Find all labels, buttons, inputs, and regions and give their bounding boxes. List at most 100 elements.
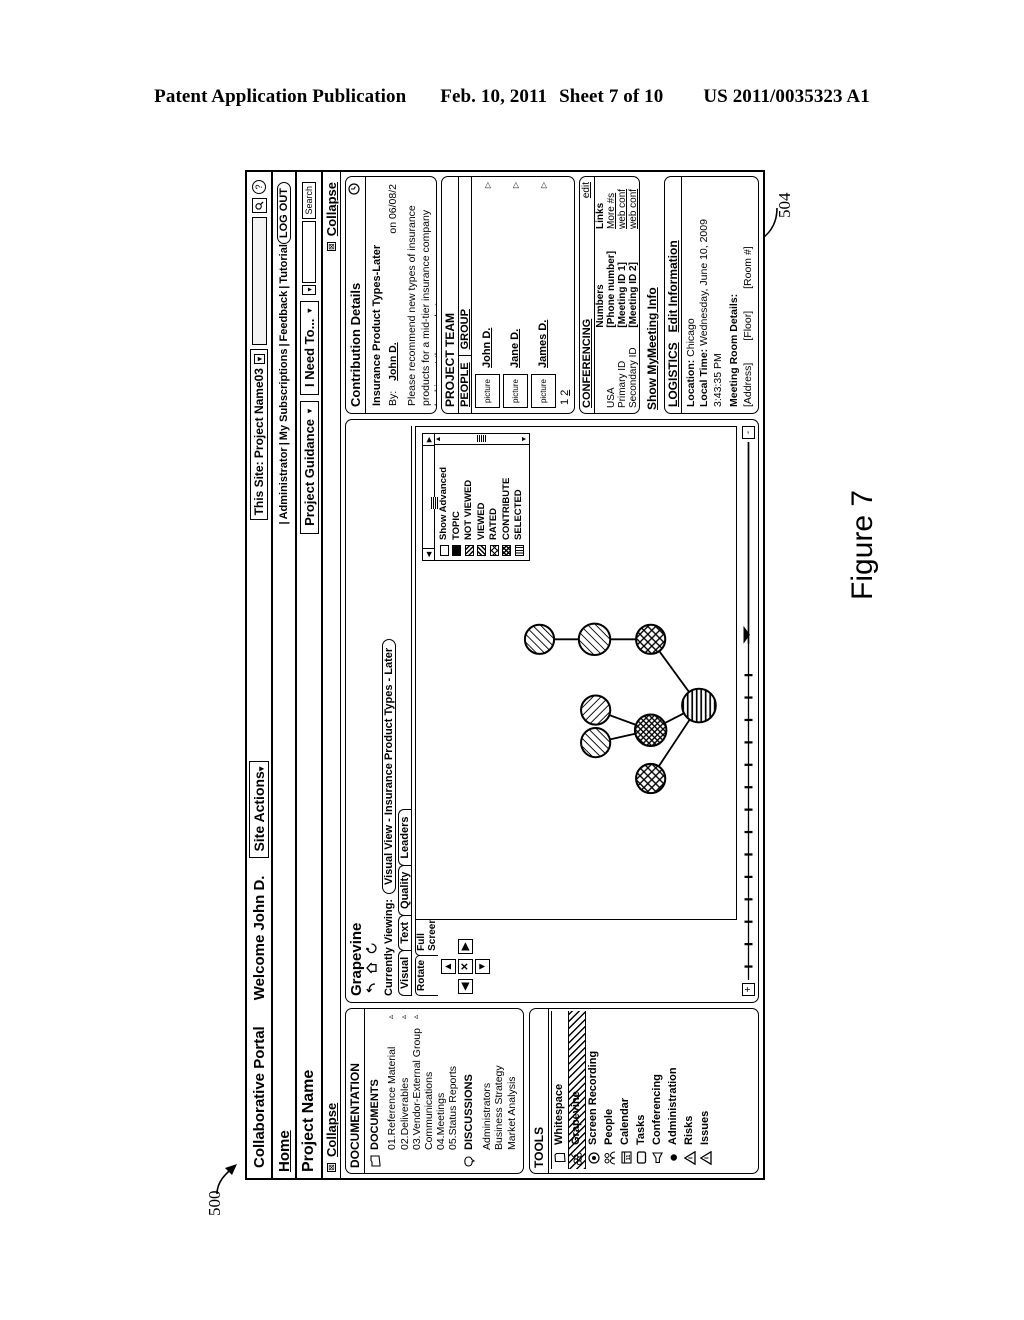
- list-item[interactable]: Administrators: [481, 1015, 494, 1150]
- tab-visual[interactable]: Visual: [398, 949, 411, 996]
- show-advanced-row[interactable]: Show Advanced: [438, 449, 451, 556]
- graph-node[interactable]: [580, 727, 612, 759]
- document-item-label: 02.Deliverables: [398, 1077, 411, 1150]
- tool-item-conferencing[interactable]: Conferencing: [650, 1011, 666, 1169]
- graph-node[interactable]: [681, 687, 717, 724]
- legend-vertical-scrollbar[interactable]: ▲ ▼: [435, 434, 529, 445]
- graph-node[interactable]: [577, 622, 612, 657]
- conf-row-number: [Phone number]: [605, 250, 617, 328]
- team-member-name[interactable]: Jane D.: [509, 329, 521, 368]
- collapse-left-label[interactable]: Collapse: [324, 1103, 339, 1157]
- conf-row-link[interactable]: web conf: [617, 177, 628, 234]
- link-feedback[interactable]: Feedback: [278, 291, 290, 342]
- conf-row-link[interactable]: web conf: [628, 177, 639, 234]
- collapse-right-checkbox[interactable]: ⊠: [327, 242, 336, 252]
- tool-item-risks[interactable]: Risks: [682, 1011, 698, 1169]
- search-icon[interactable]: [251, 198, 267, 213]
- i-need-to-button[interactable]: I Need To... ▾: [299, 300, 319, 395]
- pan-left-button[interactable]: ◀: [458, 979, 473, 994]
- tool-item-administration[interactable]: Administration: [666, 1011, 682, 1169]
- list-item[interactable]: Business Strategy: [493, 1015, 506, 1150]
- list-item[interactable]: 04.Meetings: [435, 1015, 447, 1150]
- graph-canvas[interactable]: ◀ ▶ Show Advanced TOPIC NOT VIEWED VIEWE…: [415, 426, 737, 920]
- zoom-slider-track[interactable]: [743, 442, 754, 980]
- link-tutorial[interactable]: Tutorial: [278, 244, 290, 284]
- home-link[interactable]: Home: [276, 1130, 293, 1172]
- page-1-link[interactable]: 1: [559, 399, 571, 405]
- currently-viewing-value[interactable]: Visual View - Insurance Product Types - …: [382, 638, 396, 895]
- pan-up-button[interactable]: ▲: [441, 959, 456, 974]
- rotate-tab[interactable]: Rotate: [415, 954, 438, 996]
- chevron-right-icon[interactable]: ▷: [539, 182, 548, 188]
- team-member-row[interactable]: picture James D. ▷: [530, 182, 556, 408]
- home-icon[interactable]: [366, 962, 380, 974]
- page-2-link[interactable]: 2: [559, 390, 571, 396]
- collapse-left-checkbox[interactable]: ⊠: [327, 1163, 336, 1172]
- back-arrow-icon[interactable]: [366, 982, 380, 995]
- chevron-right-icon[interactable]: ▷: [511, 182, 520, 188]
- list-item[interactable]: 01.Reference Material ▵: [386, 1015, 398, 1150]
- idea-author[interactable]: John D.: [387, 342, 401, 381]
- project-search-button[interactable]: Search: [302, 182, 316, 219]
- project-guidance-button[interactable]: Project Guidance ▾: [299, 400, 319, 534]
- zoom-in-button[interactable]: +: [742, 983, 755, 996]
- tool-item-calendar[interactable]: 11 Calendar: [618, 1011, 634, 1169]
- tool-item-issues[interactable]: Issues: [698, 1011, 714, 1169]
- graph-node[interactable]: [635, 623, 667, 655]
- scroll-left-icon[interactable]: ◀: [423, 548, 434, 560]
- tool-item-people[interactable]: People: [602, 1011, 618, 1169]
- scroll-right-icon[interactable]: ▶: [423, 434, 434, 446]
- tool-item-whitespace[interactable]: Whitespace: [550, 1011, 568, 1169]
- team-member-row[interactable]: picture John D. ▷: [474, 182, 500, 408]
- collapse-right-label[interactable]: Collapse: [324, 182, 339, 236]
- logout-button[interactable]: LOG OUT: [277, 182, 291, 245]
- project-search-input[interactable]: [302, 220, 316, 283]
- global-search-input[interactable]: [251, 217, 267, 345]
- discussions-group[interactable]: DISCUSSIONS: [463, 1015, 478, 1167]
- scroll-up-icon[interactable]: ▲: [435, 436, 443, 443]
- tab-text[interactable]: Text: [398, 914, 411, 951]
- conf-row-link[interactable]: More #s: [606, 177, 617, 234]
- conferencing-edit-link[interactable]: edit: [581, 182, 592, 198]
- tab-people[interactable]: PEOPLE: [458, 355, 471, 413]
- pan-right-button[interactable]: ▶: [458, 939, 473, 954]
- legend-hscroll-thumb[interactable]: [430, 497, 438, 510]
- pan-center-button[interactable]: ✕: [458, 959, 473, 974]
- zoom-out-button[interactable]: -: [742, 426, 755, 439]
- tool-item-grapevine[interactable]: Grapevine: [567, 1011, 586, 1169]
- chevron-right-icon[interactable]: ▷: [483, 182, 492, 188]
- list-item[interactable]: 03.Vendor-External Group Communications …: [411, 1015, 435, 1150]
- list-item[interactable]: 05.Status Reports: [447, 1015, 459, 1150]
- graph-node[interactable]: [633, 713, 668, 747]
- list-item[interactable]: Market Analysis: [506, 1015, 519, 1150]
- help-icon[interactable]: ?: [252, 180, 266, 194]
- tool-item-screen-recording[interactable]: Screen Recording: [586, 1011, 602, 1169]
- site-scope-select[interactable]: This Site: Project Name03 ▾: [250, 349, 268, 521]
- graph-node[interactable]: [580, 694, 612, 726]
- search-scope-dropdown[interactable]: ▾: [302, 284, 316, 295]
- link-administrator[interactable]: Administrator: [278, 447, 290, 519]
- pan-down-button[interactable]: ▼: [475, 959, 490, 974]
- tool-item-tasks[interactable]: Tasks: [634, 1011, 650, 1169]
- site-actions-menu[interactable]: Site Actions▾: [249, 760, 269, 858]
- show-my-meeting-info-link[interactable]: Show MyMeeting Info: [644, 176, 660, 414]
- graph-node[interactable]: [635, 762, 667, 795]
- team-member-row[interactable]: picture Jane D. ▷: [502, 182, 528, 408]
- tab-leaders[interactable]: Leaders: [398, 809, 411, 866]
- scroll-down-icon[interactable]: ▼: [521, 436, 529, 443]
- link-my-subscriptions[interactable]: My Subscriptions: [278, 349, 290, 441]
- team-member-name[interactable]: John D.: [481, 328, 493, 368]
- legend-item-viewed: VIEWED: [476, 449, 489, 556]
- list-item[interactable]: 02.Deliverables ▵: [399, 1015, 411, 1150]
- logistics-edit-link[interactable]: Edit Information: [666, 240, 680, 332]
- documents-group[interactable]: DOCUMENTS: [369, 1015, 384, 1167]
- legend-vscroll-thumb[interactable]: [477, 435, 487, 443]
- refresh-icon[interactable]: [365, 942, 380, 954]
- legend-horizontal-scrollbar[interactable]: ◀ ▶: [423, 434, 438, 560]
- graph-node[interactable]: [523, 623, 556, 655]
- team-member-name[interactable]: James D.: [537, 320, 549, 368]
- tab-group[interactable]: GROUP: [459, 303, 471, 355]
- warning-triangle-icon: [683, 1150, 697, 1166]
- tab-quality[interactable]: Quality: [398, 864, 411, 916]
- show-advanced-checkbox[interactable]: [439, 545, 449, 556]
